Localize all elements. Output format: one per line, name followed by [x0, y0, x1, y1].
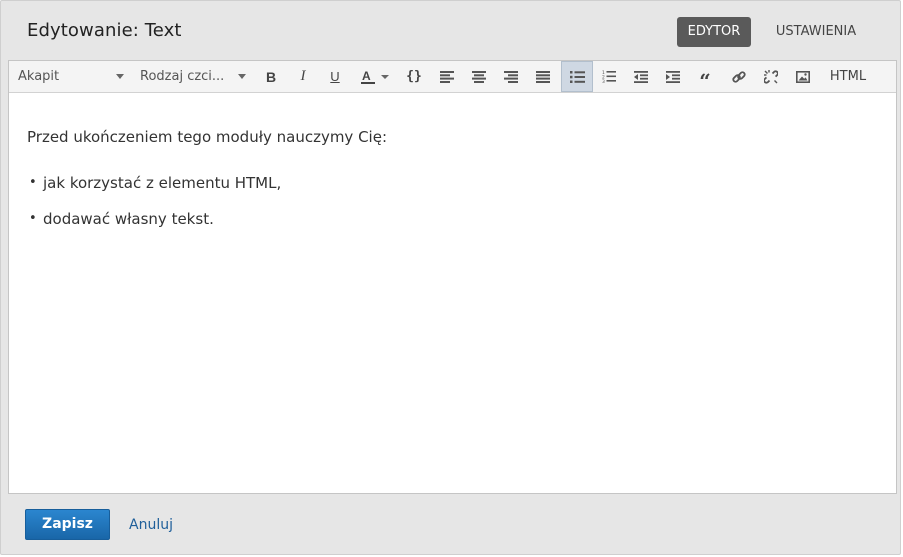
html-source-button[interactable]: HTML	[824, 61, 872, 92]
bold-icon: B	[265, 68, 277, 85]
cancel-link[interactable]: Anuluj	[129, 517, 173, 533]
align-justify-button[interactable]	[533, 61, 553, 92]
chevron-down-icon	[116, 74, 124, 79]
outdent-button[interactable]	[631, 61, 651, 92]
text-color-icon: A	[361, 69, 389, 84]
editor-content[interactable]: Przed ukończeniem tego moduły nauczymy C…	[27, 103, 877, 246]
rich-text-editor[interactable]: Akapit Rodzaj czci... B I U A {} 1 2 3 “…	[8, 60, 897, 494]
bullet-marker: •	[29, 211, 37, 226]
tab-editor[interactable]: EDYTOR	[677, 17, 751, 47]
paragraph-format-label: Akapit	[18, 69, 60, 84]
save-button[interactable]: Zapisz	[25, 509, 110, 540]
editor-toolbar: Akapit Rodzaj czci... B I U A {} 1 2 3 “…	[9, 61, 896, 93]
font-family-dropdown[interactable]: Rodzaj czci...	[140, 61, 246, 92]
numbered-list-button[interactable]: 1 2 3	[599, 61, 619, 92]
outdent-icon	[634, 70, 648, 83]
dialog-title: Edytowanie: Text	[27, 20, 182, 41]
code-icon: {}	[406, 69, 422, 84]
intro-paragraph: Przed ukończeniem tego moduły nauczymy C…	[27, 128, 387, 146]
underline-icon: U	[330, 69, 340, 84]
bold-button[interactable]: B	[261, 61, 281, 92]
unlink-icon	[764, 69, 778, 84]
underline-button[interactable]: U	[325, 61, 345, 92]
blockquote-button[interactable]: “	[695, 61, 715, 92]
link-button[interactable]	[729, 61, 749, 92]
list-item: • jak korzystać z elementu HTML,	[27, 174, 877, 192]
insert-image-button[interactable]	[793, 61, 813, 92]
bullet-list: • jak korzystać z elementu HTML, • dodawać…	[27, 174, 877, 228]
svg-text:3: 3	[602, 79, 605, 83]
align-justify-icon	[536, 70, 550, 83]
align-left-icon	[440, 70, 454, 83]
link-icon	[732, 70, 746, 83]
bullet-list-button[interactable]	[561, 61, 593, 92]
align-left-button[interactable]	[437, 61, 457, 92]
align-center-button[interactable]	[469, 61, 489, 92]
unlink-button[interactable]	[761, 61, 781, 92]
code-button[interactable]: {}	[403, 61, 425, 92]
align-right-icon	[504, 70, 518, 83]
font-family-label: Rodzaj czci...	[140, 69, 225, 84]
indent-icon	[666, 70, 680, 83]
bullet-marker: •	[29, 175, 37, 190]
numbered-list-icon: 1 2 3	[602, 70, 616, 83]
tab-settings[interactable]: USTAWIENIA	[765, 17, 867, 47]
align-center-icon	[472, 70, 486, 83]
list-item: • dodawać własny tekst.	[27, 210, 877, 228]
blockquote-icon: “	[699, 69, 711, 93]
image-icon	[796, 70, 810, 83]
html-source-label: HTML	[829, 69, 867, 84]
text-color-button[interactable]: A	[357, 61, 393, 92]
paragraph-format-dropdown[interactable]: Akapit	[18, 61, 124, 92]
svg-text:A: A	[362, 69, 371, 83]
indent-button[interactable]	[663, 61, 683, 92]
edit-dialog: Edytowanie: Text EDYTOR USTAWIENIA Akapi…	[0, 0, 901, 555]
align-right-button[interactable]	[501, 61, 521, 92]
italic-icon: I	[300, 68, 306, 84]
italic-button[interactable]: I	[293, 61, 313, 92]
bullet-list-icon	[569, 70, 585, 83]
list-item-text: jak korzystać z elementu HTML,	[43, 174, 282, 192]
list-item-text: dodawać własny tekst.	[43, 210, 214, 228]
chevron-down-icon	[238, 74, 246, 79]
